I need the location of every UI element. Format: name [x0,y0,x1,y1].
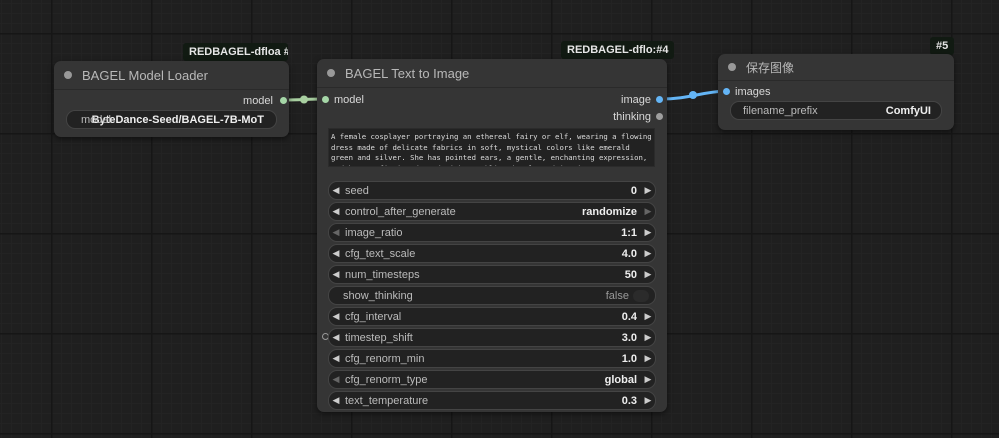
node-header[interactable]: BAGEL Model Loader [54,61,289,90]
show-thinking-toggle[interactable]: show_thinking false [328,286,656,305]
increment-arrow-icon[interactable]: ▶ [641,374,655,385]
model-combo[interactable]: model ByteDance-Seed/BAGEL-7B-MoT [66,110,277,129]
decrement-arrow-icon[interactable]: ◀ [329,353,343,364]
node-bagel-model-loader[interactable]: BAGEL Model Loader model model ByteDance… [54,61,289,137]
output-slot-image[interactable] [656,96,663,103]
widget-label: show_thinking [343,289,413,302]
decrement-arrow-icon[interactable]: ◀ [329,311,343,322]
widget-value: ComfyUI [885,104,931,117]
widget-label: cfg_renorm_min [345,352,425,365]
decrement-arrow-icon[interactable]: ◀ [329,206,343,217]
prompt-textarea[interactable]: A female cosplayer portraying an etherea… [328,128,655,167]
link-image-midpoint [689,91,697,99]
timestep-shift-widget[interactable]: ◀ timestep_shift 3.0 ▶ [328,328,656,347]
input-slot-images[interactable] [723,88,730,95]
widget-value: 0 [630,184,637,197]
widget-value: global [604,373,637,386]
widget-label: cfg_interval [345,310,402,323]
increment-arrow-icon[interactable]: ▶ [641,227,655,238]
widget-value: false [605,289,629,302]
seed-widget[interactable]: ◀ seed 0 ▶ [328,181,656,200]
collapse-dot-icon[interactable] [728,63,736,71]
node-header[interactable]: BAGEL Text to Image [317,59,667,88]
node-badge-t2i: REDBAGEL-dflo:#4 [561,41,675,59]
output-label-image: image [621,94,651,106]
increment-arrow-icon[interactable]: ▶ [641,332,655,343]
control-after-generate-combo[interactable]: ◀ control_after_generate randomize ▶ [328,202,656,221]
decrement-arrow-icon[interactable]: ◀ [329,374,343,385]
output-label-thinking: thinking [613,111,651,123]
cfg-text-scale-widget[interactable]: ◀ cfg_text_scale 4.0 ▶ [328,244,656,263]
node-title: BAGEL Text to Image [345,65,470,81]
num-timesteps-widget[interactable]: ◀ num_timesteps 50 ▶ [328,265,656,284]
increment-arrow-icon[interactable]: ▶ [641,185,655,196]
output-label-model: model [243,95,273,107]
collapse-dot-icon[interactable] [327,69,335,77]
widget-label: cfg_text_scale [345,247,416,260]
widget-value: 50 [624,268,637,281]
increment-arrow-icon[interactable]: ▶ [641,206,655,217]
decrement-arrow-icon[interactable]: ◀ [329,185,343,196]
decrement-arrow-icon[interactable]: ◀ [329,227,343,238]
widget-value: ByteDance-Seed/BAGEL-7B-MoT [91,113,264,126]
node-header[interactable]: 保存图像 [718,54,954,81]
widget-label: text_temperature [345,394,429,407]
output-slot-thinking[interactable] [656,113,663,120]
decrement-arrow-icon[interactable]: ◀ [329,248,343,259]
widget-value: 0.4 [621,310,637,323]
widget-label: seed [345,184,369,197]
collapse-dot-icon[interactable] [64,71,72,79]
widget-value: 0.3 [621,394,637,407]
widget-value: 3.0 [621,331,637,344]
input-label-images: images [735,86,771,98]
widget-label: cfg_renorm_type [345,373,428,386]
increment-arrow-icon[interactable]: ▶ [641,248,655,259]
widget-label: num_timesteps [345,268,420,281]
increment-arrow-icon[interactable]: ▶ [641,353,655,364]
widget-label: model [81,113,111,126]
widget-label: filename_prefix [743,104,818,117]
widget-value: 1.0 [621,352,637,365]
decrement-arrow-icon[interactable]: ◀ [329,269,343,280]
node-badge-save: #5 [930,37,955,55]
output-slot-model[interactable] [280,97,287,104]
cfg-interval-widget[interactable]: ◀ cfg_interval 0.4 ▶ [328,307,656,326]
node-title: 保存图像 [746,60,795,75]
decrement-arrow-icon[interactable]: ◀ [329,332,343,343]
widget-label: control_after_generate [345,205,456,218]
widget-label: image_ratio [345,226,403,239]
widget-value: 4.0 [621,247,637,260]
widget-value: randomize [581,205,637,218]
widget-label: timestep_shift [345,331,413,344]
node-bagel-text-to-image[interactable]: BAGEL Text to Image model image thinking… [317,59,667,412]
cfg-renorm-min-widget[interactable]: ◀ cfg_renorm_min 1.0 ▶ [328,349,656,368]
node-title: BAGEL Model Loader [82,67,208,83]
link-model-midpoint [300,95,308,104]
input-slot-model[interactable] [322,96,329,103]
increment-arrow-icon[interactable]: ▶ [641,395,655,406]
filename-prefix-input[interactable]: filename_prefix ComfyUI [730,101,942,120]
toggle-switch-icon[interactable] [633,289,649,302]
link-image [659,89,727,101]
decrement-arrow-icon[interactable]: ◀ [329,395,343,406]
input-label-model: model [334,94,364,106]
cfg-renorm-type-combo[interactable]: ◀ cfg_renorm_type global ▶ [328,370,656,389]
node-badge-loader: REDBAGEL-dfloa #3 [183,43,288,61]
increment-arrow-icon[interactable]: ▶ [641,269,655,280]
widget-value: 1:1 [621,226,637,239]
image-ratio-combo[interactable]: ◀ image_ratio 1:1 ▶ [328,223,656,242]
increment-arrow-icon[interactable]: ▶ [641,311,655,322]
text-temperature-widget[interactable]: ◀ text_temperature 0.3 ▶ [328,391,656,410]
node-save-image[interactable]: 保存图像 images filename_prefix ComfyUI [718,54,954,130]
